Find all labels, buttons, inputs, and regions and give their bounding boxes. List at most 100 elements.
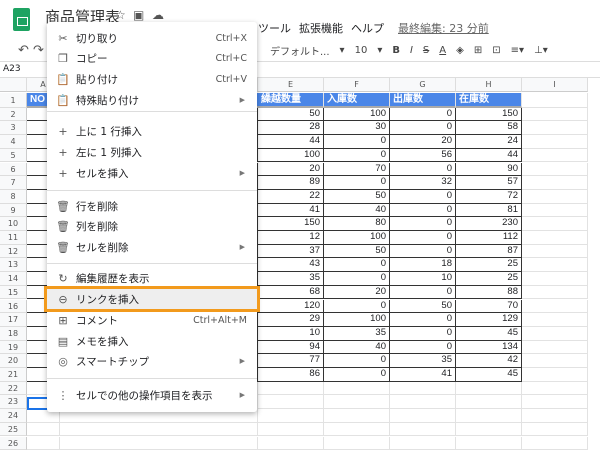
- table-cell[interactable]: 72: [456, 190, 522, 204]
- table-cell[interactable]: 25: [456, 258, 522, 272]
- table-cell[interactable]: 150: [456, 108, 522, 122]
- table-cell[interactable]: 58: [456, 121, 522, 135]
- table-cell[interactable]: 0: [390, 190, 456, 204]
- table-cell[interactable]: 0: [390, 108, 456, 122]
- table-cell[interactable]: 77: [258, 354, 324, 368]
- table-cell[interactable]: [522, 204, 588, 218]
- table-cell[interactable]: 150: [258, 217, 324, 231]
- row-header[interactable]: 20: [0, 354, 27, 368]
- table-cell[interactable]: [522, 423, 588, 437]
- menu-item[interactable]: 📋特殊貼り付け▶: [47, 90, 257, 110]
- table-cell[interactable]: 0: [390, 204, 456, 218]
- table-cell[interactable]: 56: [390, 149, 456, 163]
- table-cell[interactable]: [522, 217, 588, 231]
- folder-icon[interactable]: ▣: [133, 8, 144, 22]
- table-cell[interactable]: 57: [456, 176, 522, 190]
- table-cell[interactable]: 0: [324, 149, 390, 163]
- table-cell[interactable]: [390, 423, 456, 437]
- table-cell[interactable]: 0: [390, 121, 456, 135]
- table-cell[interactable]: 45: [456, 327, 522, 341]
- row-header[interactable]: 19: [0, 341, 27, 355]
- table-cell[interactable]: 94: [258, 341, 324, 355]
- table-cell[interactable]: 28: [258, 121, 324, 135]
- row-header[interactable]: 9: [0, 204, 27, 218]
- table-cell[interactable]: [456, 409, 522, 423]
- table-cell[interactable]: [522, 135, 588, 149]
- table-cell[interactable]: [522, 382, 588, 396]
- table-cell[interactable]: 41: [390, 368, 456, 382]
- row-header[interactable]: 16: [0, 300, 27, 314]
- row-header[interactable]: 14: [0, 272, 27, 286]
- table-cell[interactable]: 0: [390, 245, 456, 259]
- table-cell[interactable]: 37: [258, 245, 324, 259]
- table-cell[interactable]: 12: [258, 231, 324, 245]
- table-cell[interactable]: [522, 231, 588, 245]
- table-cell[interactable]: 70: [456, 300, 522, 314]
- table-cell[interactable]: [258, 409, 324, 423]
- table-cell[interactable]: [522, 190, 588, 204]
- row-header[interactable]: 17: [0, 313, 27, 327]
- table-cell[interactable]: 0: [390, 217, 456, 231]
- table-cell[interactable]: [522, 300, 588, 314]
- row-header[interactable]: 12: [0, 245, 27, 259]
- table-cell[interactable]: 35: [390, 354, 456, 368]
- table-cell[interactable]: 18: [390, 258, 456, 272]
- table-cell[interactable]: 88: [456, 286, 522, 300]
- table-cell[interactable]: [522, 368, 588, 382]
- table-cell[interactable]: 0: [390, 341, 456, 355]
- table-cell[interactable]: 0: [324, 272, 390, 286]
- column-header[interactable]: E: [258, 78, 324, 92]
- table-cell[interactable]: 0: [324, 176, 390, 190]
- row-header[interactable]: 1: [0, 93, 27, 108]
- table-cell[interactable]: [522, 313, 588, 327]
- sheets-logo[interactable]: [13, 8, 30, 31]
- italic-button[interactable]: I: [410, 45, 413, 56]
- menu-item[interactable]: ✂切り取りCtrl+X: [47, 28, 257, 48]
- last-edit-link[interactable]: 最終編集: 23 分前: [398, 20, 489, 36]
- menu-item[interactable]: ⋮セルでの他の操作項目を表示▶: [47, 385, 257, 405]
- menu-item[interactable]: ▤メモを挿入: [47, 331, 257, 351]
- table-cell[interactable]: [522, 108, 588, 122]
- table-cell[interactable]: [324, 409, 390, 423]
- table-cell[interactable]: 134: [456, 341, 522, 355]
- menu-extensions[interactable]: 拡張機能: [299, 20, 343, 36]
- menu-item[interactable]: 🗑列を削除: [47, 216, 257, 236]
- row-header[interactable]: 22: [0, 382, 27, 396]
- row-header[interactable]: 2: [0, 108, 27, 122]
- table-cell[interactable]: [27, 423, 60, 437]
- table-cell[interactable]: [522, 286, 588, 300]
- table-cell[interactable]: 43: [258, 258, 324, 272]
- strikethrough-button[interactable]: S: [423, 45, 429, 56]
- table-cell[interactable]: 68: [258, 286, 324, 300]
- table-cell[interactable]: 20: [258, 163, 324, 177]
- menu-item[interactable]: 🗑行を削除: [47, 196, 257, 216]
- menu-item[interactable]: ❐コピーCtrl+C: [47, 48, 257, 68]
- header-cell[interactable]: 出庫数: [390, 93, 456, 108]
- row-header[interactable]: 23: [0, 395, 27, 409]
- undo-icon[interactable]: ↶ ↷: [18, 43, 44, 58]
- table-cell[interactable]: 80: [324, 217, 390, 231]
- borders-icon[interactable]: ⊞: [474, 45, 482, 56]
- menu-item[interactable]: ◎スマートチップ▶: [47, 351, 257, 371]
- table-cell[interactable]: [522, 245, 588, 259]
- row-header[interactable]: 21: [0, 368, 27, 382]
- table-cell[interactable]: 100: [258, 149, 324, 163]
- table-cell[interactable]: 29: [258, 313, 324, 327]
- table-cell[interactable]: [522, 327, 588, 341]
- menu-item[interactable]: 🗑セルを削除▶: [47, 237, 257, 257]
- table-cell[interactable]: 0: [390, 163, 456, 177]
- table-cell[interactable]: 86: [258, 368, 324, 382]
- table-cell[interactable]: [258, 423, 324, 437]
- table-cell[interactable]: [390, 382, 456, 396]
- table-cell[interactable]: [324, 423, 390, 437]
- table-cell[interactable]: 40: [324, 341, 390, 355]
- table-cell[interactable]: [522, 258, 588, 272]
- table-cell[interactable]: 35: [258, 272, 324, 286]
- table-cell[interactable]: 50: [258, 108, 324, 122]
- menu-help[interactable]: ヘルプ: [351, 20, 384, 36]
- valign-icon[interactable]: ⊥▾: [534, 45, 548, 56]
- fill-color-icon[interactable]: ◈: [456, 45, 464, 56]
- table-cell[interactable]: 24: [456, 135, 522, 149]
- table-cell[interactable]: 50: [324, 245, 390, 259]
- table-cell[interactable]: 90: [456, 163, 522, 177]
